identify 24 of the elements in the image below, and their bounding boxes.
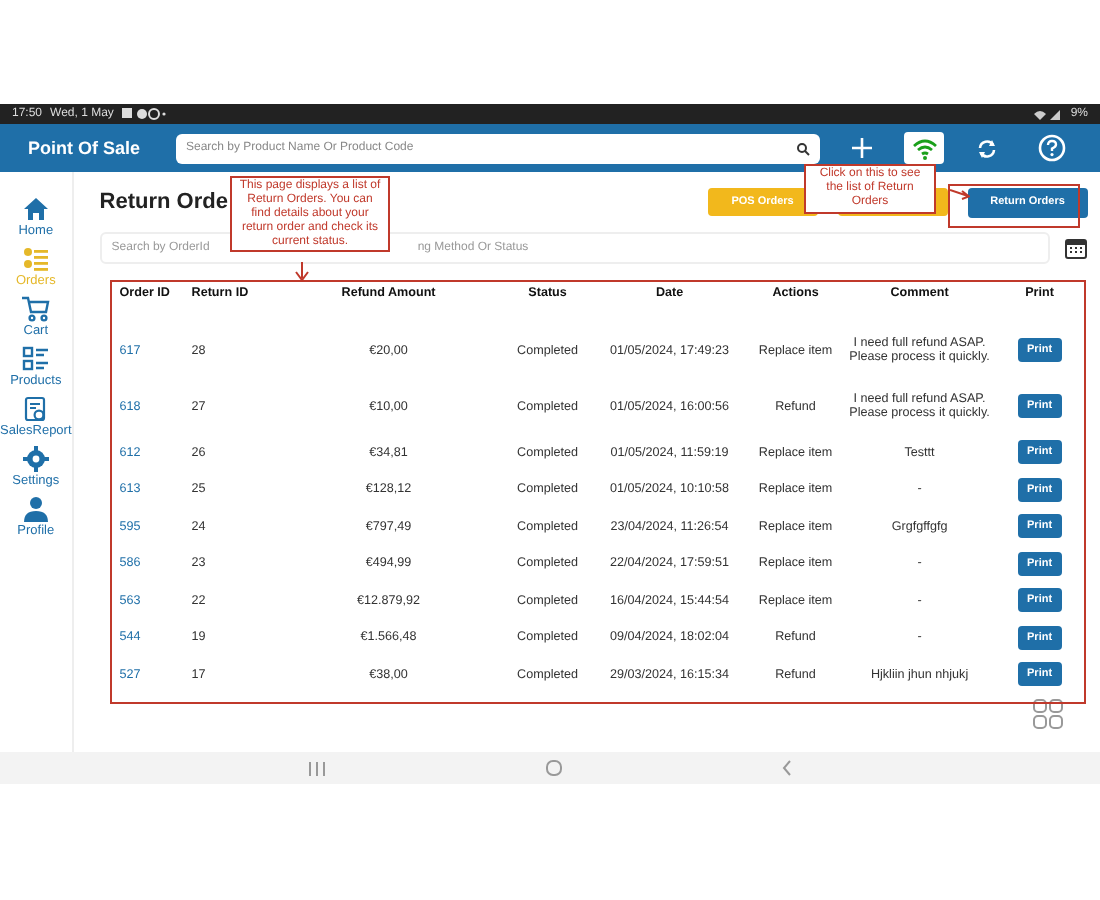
plus-icon[interactable] [852, 138, 872, 158]
notification-icons [121, 108, 166, 120]
page-title: Return Orde [99, 190, 228, 214]
wifi-button[interactable] [904, 132, 944, 164]
signal-icon [1034, 108, 1063, 120]
settings-icon [21, 446, 50, 472]
calendar-icon[interactable] [1063, 236, 1088, 260]
sync-icon[interactable] [976, 137, 998, 159]
grid-icon[interactable] [1031, 697, 1064, 729]
orders-icon [21, 246, 50, 272]
arrow-icon [294, 262, 310, 282]
search-icon [796, 141, 810, 155]
report-icon [21, 396, 50, 422]
wifi-icon [911, 137, 937, 159]
cart-icon [21, 296, 50, 322]
help-icon[interactable] [1038, 134, 1066, 162]
highlight-frame [948, 184, 1080, 228]
profile-icon [21, 496, 50, 522]
arrow-icon [950, 188, 970, 200]
home-icon [21, 196, 50, 222]
recents-icon[interactable] [308, 761, 326, 775]
app-title: Point Of Sale [28, 138, 143, 158]
back-icon[interactable] [782, 760, 792, 776]
products-icon [21, 346, 50, 372]
